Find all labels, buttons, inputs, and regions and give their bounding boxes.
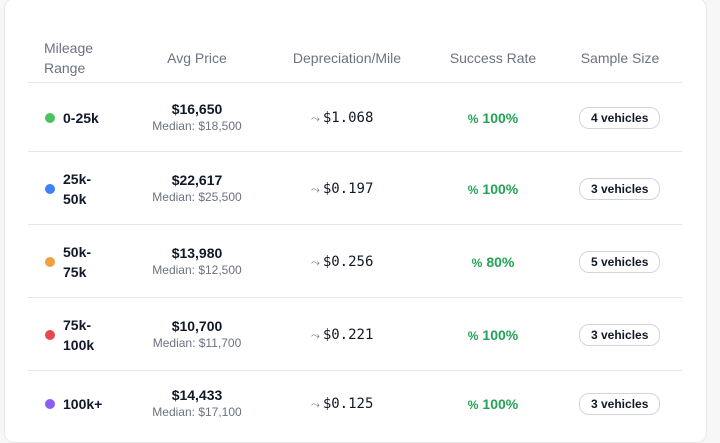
avg-price-cell: $13,980 Median: $12,500 [120,244,274,279]
sample-size-badge: 5 vehicles [579,250,661,273]
percent-icon: % [467,398,479,412]
trend-down-icon: ⤳ [311,328,320,342]
depreciation-cell: ⤳ $0.256 [311,253,373,272]
percent-icon: % [471,255,483,270]
avg-price-cell: $14,433 Median: $17,100 [120,386,274,421]
depreciation-value: $1.068 [322,109,374,126]
header-success-rate: Success Rate [449,50,537,66]
avg-price-value: $10,700 [171,317,223,334]
header-mileage-range: Mileage Range [44,40,94,76]
avg-price-cell: $10,700 Median: $11,700 [120,317,274,352]
success-rate-cell: % 100% [438,395,548,414]
success-rate-cell: % 100% [438,326,548,345]
range-color-dot [45,399,55,409]
success-rate-cell: % 80% [438,253,548,272]
range-color-dot [45,329,55,340]
sample-size-badge: 3 vehicles [579,393,661,415]
depreciation-value: $0.256 [322,253,374,270]
table-row[interactable]: 75k-100k75k-100k $10,700 Median: $11,700… [28,298,682,371]
success-rate-value: 100% [482,326,519,343]
success-rate-value: 100% [482,180,519,197]
success-rate-value: 100% [482,109,519,126]
mileage-range-label: 100k+ [63,396,103,412]
header-sample-size: Sample Size [580,50,660,66]
table-row[interactable]: 25k-50k25k-50k $22,617 Median: $25,500 ⤳… [28,152,682,225]
range-color-dot [45,183,55,194]
depreciation-value: $0.221 [322,326,374,343]
table-header: Mileage Range Avg Price Depreciation/Mil… [28,36,682,83]
trend-down-icon: ⤳ [311,111,320,125]
trend-down-icon: ⤳ [311,182,320,196]
range-color-dot [45,256,55,267]
median-price-value: Median: $25,500 [152,189,242,204]
success-rate-value: 100% [482,396,519,412]
avg-price-value: $22,617 [171,171,223,188]
avg-price-cell: $16,650 Median: $18,500 [120,100,274,135]
table-row[interactable]: 0-25k $16,650 Median: $18,500 ⤳ $1.068 % 1… [28,83,682,152]
depreciation-cell: ⤳ $0.125 [311,395,373,414]
header-depreciation: Depreciation/Mile [292,50,402,66]
depreciation-cell: ⤳ $0.197 [311,180,373,199]
sample-size-badge: 4 vehicles [579,106,661,129]
sample-size-badge: 3 vehicles [579,177,661,200]
median-price-value: Median: $18,500 [152,118,242,133]
percent-icon: % [467,111,479,126]
avg-price-cell: $22,617 Median: $25,500 [120,171,274,206]
depreciation-cell: ⤳ $0.221 [311,326,373,345]
header-avg-price: Avg Price [167,50,227,66]
percent-icon: % [467,328,479,343]
trend-down-icon: ⤳ [311,398,320,411]
trend-down-icon: ⤳ [311,255,320,269]
table-row[interactable]: 50k-75k50k-75k $13,980 Median: $12,500 ⤳… [28,225,682,298]
median-price-value: Median: $12,500 [152,262,242,277]
avg-price-value: $16,650 [171,100,223,117]
depreciation-value: $0.125 [322,396,374,412]
median-price-value: Median: $11,700 [152,335,242,350]
success-rate-value: 80% [486,253,515,270]
success-rate-cell: % 100% [438,109,548,128]
mileage-range-label: 50k-75k50k-75k [63,243,92,280]
depreciation-cell: ⤳ $1.068 [311,109,373,128]
mileage-range-label: 0-25k [63,109,99,126]
depreciation-value: $0.197 [322,180,374,197]
avg-price-value: $14,433 [171,387,223,403]
success-rate-cell: % 100% [438,180,548,199]
mileage-range-label: 75k-100k75k-100k [63,316,95,353]
percent-icon: % [467,182,479,197]
avg-price-value: $13,980 [171,244,223,261]
mileage-range-label: 25k-50k25k-50k [63,170,92,207]
median-price-value: Median: $17,100 [152,405,242,419]
table-row[interactable]: 100k+ $14,433 Median: $17,100 ⤳ $0.125 % 1… [28,371,682,437]
range-color-dot [45,112,55,123]
sample-size-badge: 3 vehicles [579,323,661,346]
